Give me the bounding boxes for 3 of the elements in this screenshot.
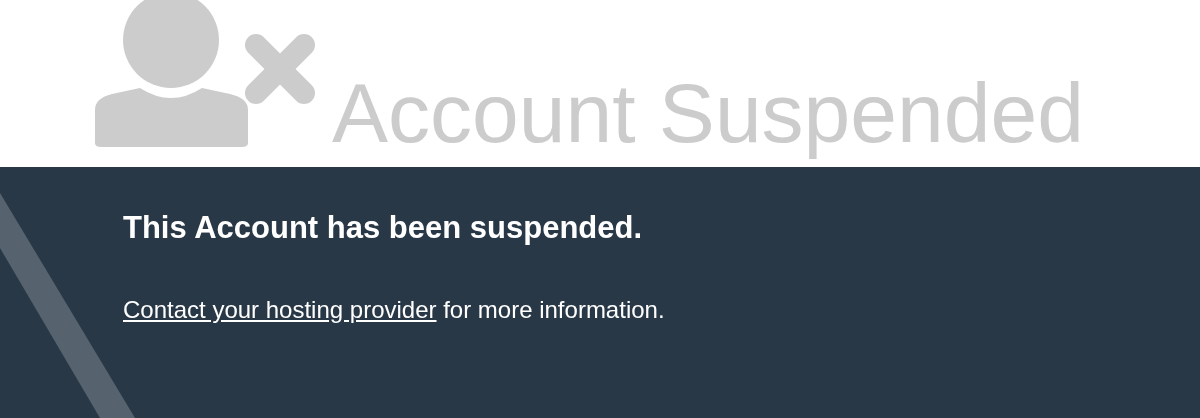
contact-link[interactable]: Contact your hosting provider: [123, 295, 437, 323]
notice-message: Contact your hosting provider for more information.: [123, 294, 666, 325]
notice-heading: This Account has been suspended.: [123, 209, 644, 247]
